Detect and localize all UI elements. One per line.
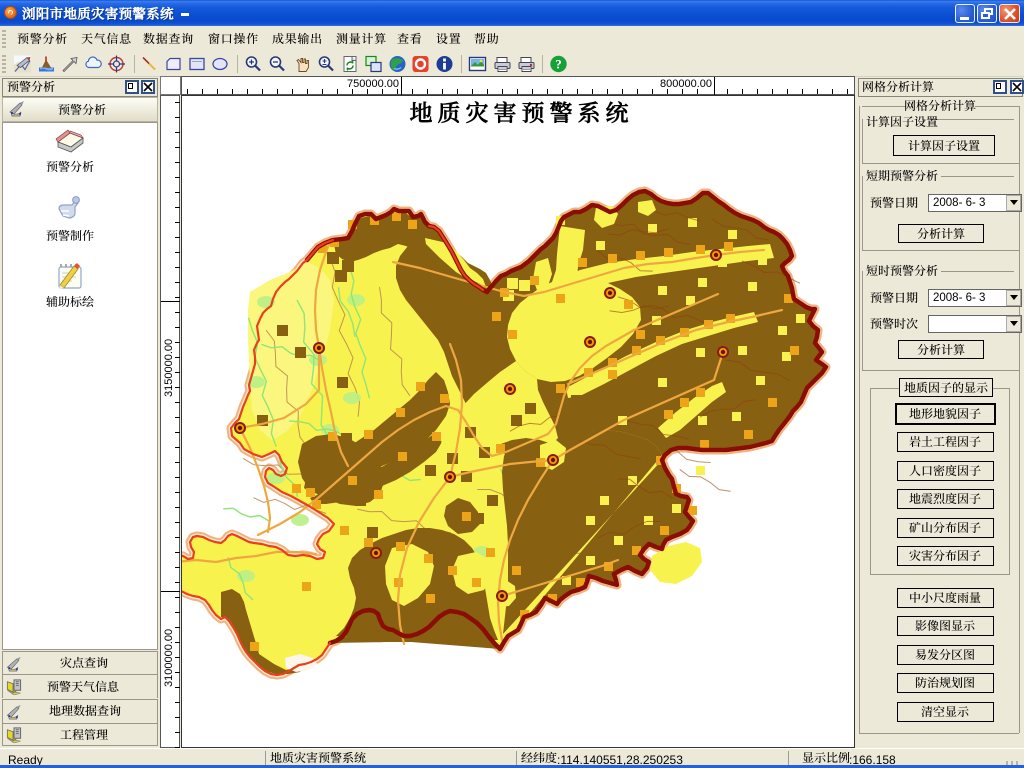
svg-text:?: ?	[555, 57, 562, 72]
